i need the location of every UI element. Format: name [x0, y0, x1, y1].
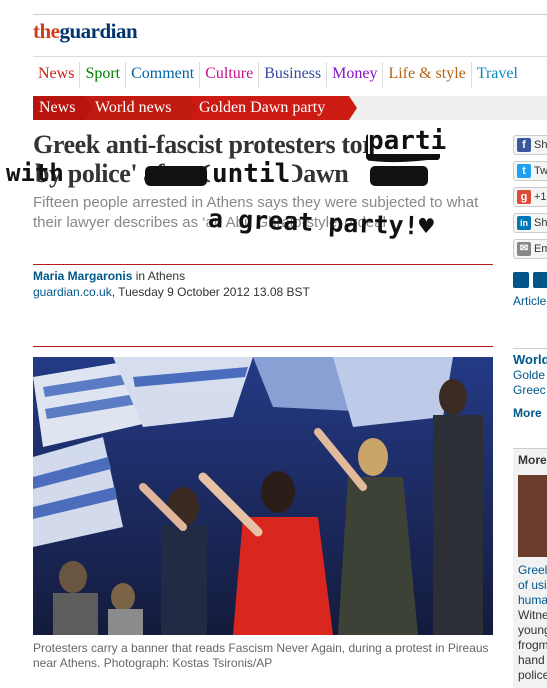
- nav-money[interactable]: Money: [326, 62, 382, 88]
- nav-travel[interactable]: Travel: [470, 62, 523, 88]
- more-link[interactable]: More: [513, 406, 547, 420]
- breadcrumb-arrow: [189, 96, 197, 120]
- teaser-text-4: hand: [518, 653, 545, 667]
- top-rule: [33, 14, 547, 15]
- article-tools: Article: [513, 272, 547, 308]
- guardian-logo[interactable]: theguardian: [33, 19, 138, 44]
- linkedin-icon: in: [517, 216, 531, 230]
- byline-dateline: , Tuesday 9 October 2012 13.08 BST: [111, 285, 310, 299]
- teaser-text-5: police: [518, 668, 547, 682]
- nav-business[interactable]: Business: [258, 62, 326, 88]
- nav-sport[interactable]: Sport: [79, 62, 125, 88]
- nav-culture[interactable]: Culture: [199, 62, 258, 88]
- breadcrumb-arrow: [85, 96, 93, 120]
- share-email-button[interactable]: ✉ Em: [513, 239, 547, 259]
- share-twitter-button[interactable]: t Tw: [513, 161, 547, 181]
- headline-line-2: by police' after Golden Dawn: [35, 159, 349, 188]
- logo-the: the: [33, 19, 60, 43]
- twitter-icon: t: [517, 164, 531, 178]
- breadcrumb-world-news[interactable]: World news: [85, 96, 189, 120]
- share-toolbar: f Sh t Tw g +1 in Sh ✉ Em: [513, 135, 547, 259]
- google-plus-button[interactable]: g +1: [513, 187, 547, 207]
- teaser-title-1[interactable]: Greel: [518, 563, 547, 578]
- google-plus-icon: g: [517, 190, 531, 204]
- article-headline: Greek anti-fascist protesters tortured b…: [33, 130, 493, 188]
- author-link[interactable]: Maria Margaronis: [33, 269, 132, 283]
- breadcrumb-golden-dawn[interactable]: Golden Dawn party: [189, 96, 349, 120]
- teaser-title-3[interactable]: huma: [518, 593, 547, 608]
- headline-line-1: Greek anti-fascist protesters tortured: [33, 130, 432, 159]
- nav-life-style[interactable]: Life & style: [382, 62, 470, 88]
- teaser-text-1: Witne: [518, 608, 547, 622]
- breadcrumb-arrow: [349, 96, 357, 120]
- breadcrumb-news[interactable]: News: [33, 96, 85, 120]
- world-heading[interactable]: World: [513, 352, 547, 368]
- share-facebook-button[interactable]: f Sh: [513, 135, 547, 155]
- share-linkedin-label: Sh: [534, 217, 547, 229]
- breadcrumb: News World news Golden Dawn party: [33, 96, 547, 120]
- byline-location: in Athens: [132, 269, 186, 283]
- share-facebook-label: Sh: [534, 139, 547, 151]
- article-photo[interactable]: [33, 357, 493, 635]
- byline-top-rule: [33, 264, 493, 265]
- more-box: More Greel of usi huma Witne young frogm…: [513, 448, 547, 688]
- section-nav: News Sport Comment Culture Business Mone…: [33, 62, 547, 90]
- teaser-thumbnail[interactable]: [518, 475, 547, 557]
- share-twitter-label: Tw: [534, 165, 547, 177]
- comment-icon[interactable]: [533, 272, 547, 288]
- teaser-text-2: young: [518, 623, 547, 637]
- more-box-title: More: [518, 453, 547, 467]
- print-icon[interactable]: [513, 272, 529, 288]
- article-standfirst: Fifteen people arrested in Athens says t…: [33, 194, 479, 231]
- nav-comment[interactable]: Comment: [125, 62, 199, 88]
- photo-caption: Protesters carry a banner that reads Fas…: [33, 641, 489, 670]
- logo-guardian: guardian: [59, 19, 138, 43]
- google-plus-label: +1: [534, 191, 547, 203]
- logo-rule: [33, 56, 547, 57]
- site-link[interactable]: guardian.co.uk: [33, 285, 112, 299]
- world-link-1[interactable]: Golde: [513, 368, 547, 383]
- facebook-icon: f: [517, 138, 531, 152]
- email-icon: ✉: [517, 242, 531, 256]
- article-byline: Maria Margaronis in Athens guardian.co.u…: [33, 268, 310, 300]
- nav-news[interactable]: News: [33, 62, 79, 88]
- teaser-text-3: frogm: [518, 638, 547, 652]
- world-news-box: World Golde Greec More: [513, 348, 547, 420]
- share-linkedin-button[interactable]: in Sh: [513, 213, 547, 233]
- photo-top-rule: [33, 346, 493, 347]
- share-email-label: Em: [534, 243, 547, 255]
- world-link-2[interactable]: Greec: [513, 383, 547, 398]
- article-history-link[interactable]: Article: [513, 294, 546, 308]
- teaser-title-2[interactable]: of usi: [518, 578, 547, 593]
